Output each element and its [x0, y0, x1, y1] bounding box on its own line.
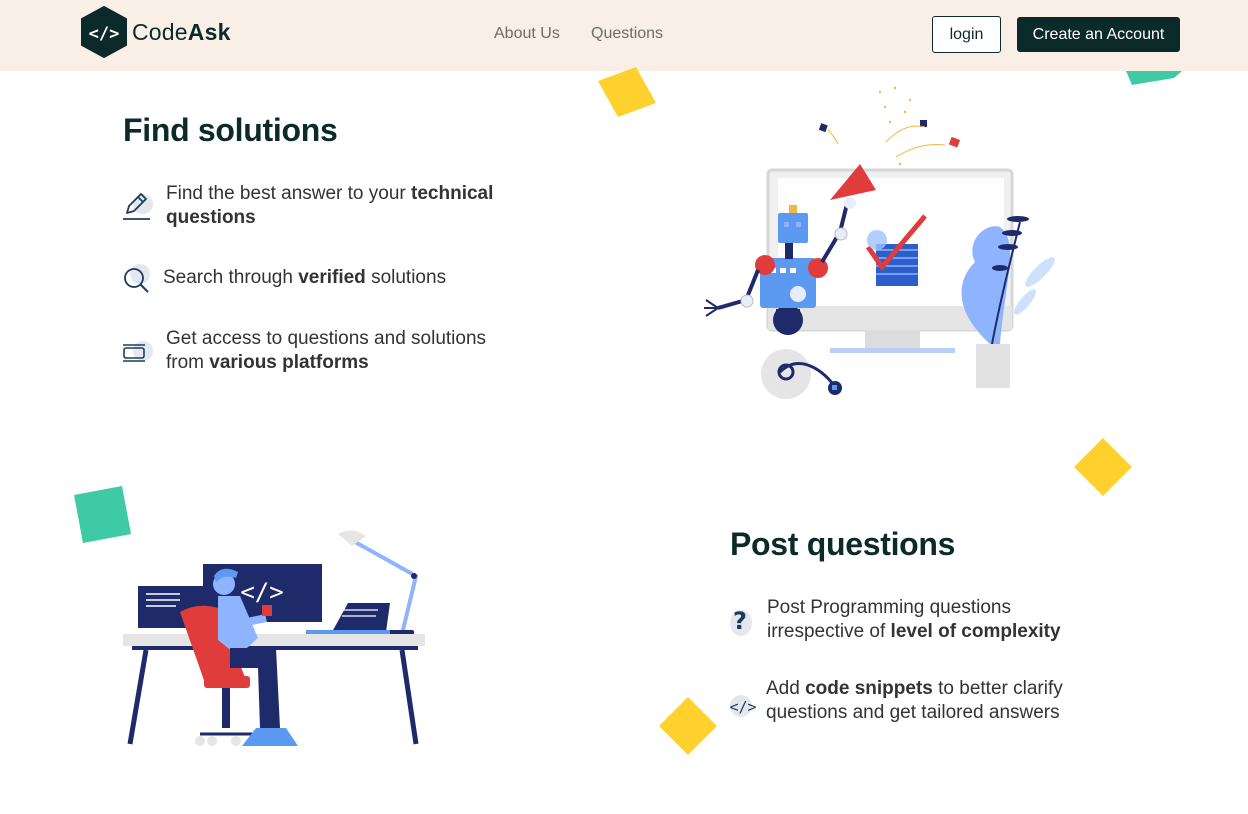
logo-symbol: </>: [89, 24, 120, 44]
logo-text: CodeAsk: [132, 19, 231, 46]
feature-technical-text: Find the best answer to your technical qu…: [166, 183, 494, 228]
post-questions-title: Post questions: [730, 526, 956, 562]
code-icon: </>: [729, 695, 757, 717]
find-solutions-title: Find solutions: [123, 112, 338, 148]
svg-text:</>: </>: [729, 698, 756, 716]
login-button[interactable]: login: [932, 16, 1001, 53]
logo-text-regular: Code: [132, 18, 188, 45]
platforms-icon: [123, 341, 153, 362]
feature-technical-questions: Find the best answer to your technical qu…: [121, 182, 493, 230]
yellow-diamond-decoration: [1074, 438, 1132, 496]
feature-code-snippets: </> Add code snippets to better clarify q…: [727, 677, 1063, 725]
svg-text:?: ?: [733, 607, 747, 635]
teal-shape-decoration: [1126, 71, 1182, 85]
logo-hexagon-icon: </>: [81, 6, 127, 58]
search-icon: [124, 264, 150, 293]
feature-post-programming-text: Post Programming questions irrespective o…: [767, 597, 1061, 642]
yellow-diamond-bottom-decoration: [659, 697, 717, 755]
top-navbar: </> CodeAsk About Us Questions login Cre…: [0, 0, 1248, 71]
desk-monitor-code-symbol: </>: [240, 578, 283, 606]
feature-platforms-text: Get access to questions and solutions fro…: [166, 328, 487, 373]
feature-verified-solutions: Search through verified solutions: [121, 261, 446, 295]
robot-computer-illustration: [704, 86, 1055, 399]
create-account-button[interactable]: Create an Account: [1017, 17, 1180, 52]
nav-questions-link[interactable]: Questions: [591, 25, 663, 43]
feature-post-programming: ? Post Programming questions irrespective…: [727, 596, 1061, 644]
logo-text-bold: Ask: [187, 18, 231, 45]
developer-desk-illustration: </>: [123, 530, 425, 746]
question-icon: ?: [730, 607, 752, 636]
logo[interactable]: </> CodeAsk: [80, 6, 231, 58]
nav-about-link[interactable]: About Us: [494, 25, 560, 43]
yellow-square-decoration: [598, 67, 656, 117]
feature-verified-text: Search through verified solutions: [163, 267, 447, 288]
pencil-icon: [123, 193, 153, 220]
feature-code-snippets-text: Add code snippets to better clarify quest…: [766, 678, 1063, 723]
feature-various-platforms: Get access to questions and solutions fro…: [121, 327, 486, 375]
